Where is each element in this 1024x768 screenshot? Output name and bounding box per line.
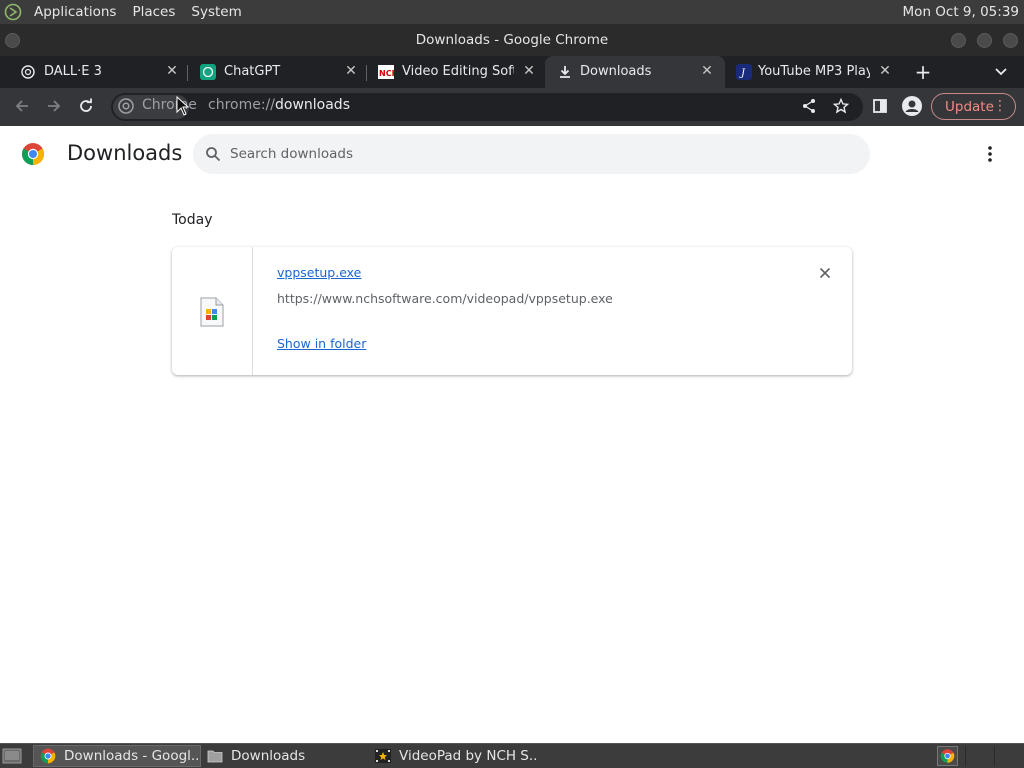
tray-chrome-icon[interactable]	[937, 746, 958, 766]
openai-icon	[20, 64, 36, 80]
show-in-folder-link[interactable]: Show in folder	[277, 336, 366, 351]
avatar-icon	[902, 96, 922, 116]
close-icon	[819, 267, 831, 279]
tray-separator	[994, 746, 995, 766]
search-input[interactable]	[230, 142, 830, 166]
tab-video-editing[interactable]: NCH Video Editing Softw ✕	[358, 56, 545, 88]
videopad-icon	[375, 748, 391, 764]
close-icon[interactable]: ✕	[700, 64, 714, 78]
tab-downloads[interactable]: Downloads ✕	[545, 56, 725, 88]
card-divider	[252, 247, 253, 375]
window-titlebar: Downloads - Google Chrome	[0, 24, 1024, 56]
window-title: Downloads - Google Chrome	[415, 32, 609, 48]
update-button[interactable]: Update ⋮	[931, 93, 1016, 120]
download-item-card	[172, 247, 852, 375]
more-options-button[interactable]	[981, 144, 999, 164]
url-text[interactable]: chrome://downloads	[208, 97, 350, 113]
taskbar-item-label: VideoPad by NCH S...	[399, 748, 537, 764]
applications-menu[interactable]: Applications	[26, 4, 124, 20]
share-button[interactable]	[799, 96, 819, 116]
arrow-right-icon	[48, 100, 61, 112]
taskbar-item-chrome[interactable]: Downloads - Googl...	[33, 745, 201, 767]
search-icon	[205, 146, 221, 162]
clock[interactable]: Mon Oct 9, 05:39	[903, 4, 1024, 20]
taskbar-item-videopad[interactable]: VideoPad by NCH S...	[369, 745, 537, 767]
tab-title: Video Editing Softw	[402, 64, 514, 79]
taskbar-item-downloads-folder[interactable]: Downloads	[201, 745, 369, 767]
remove-item-button[interactable]	[817, 265, 833, 281]
reload-icon	[80, 98, 92, 112]
source-url: https://www.nchsoftware.com/videopad/vpp…	[277, 291, 613, 306]
bookmark-button[interactable]	[831, 96, 851, 116]
url-scheme: chrome://	[208, 97, 275, 113]
star-icon	[833, 98, 849, 114]
svg-text:J: J	[739, 68, 746, 79]
file-icon[interactable]	[200, 297, 224, 327]
window-menu-icon[interactable]	[5, 33, 20, 48]
chrome-icon	[118, 98, 134, 114]
folder-icon	[207, 748, 223, 764]
youtube-mp3-icon: J	[736, 64, 752, 80]
close-icon[interactable]: ✕	[344, 64, 358, 78]
chevron-down-icon[interactable]	[992, 62, 1010, 80]
kebab-menu-icon: ⋮	[993, 98, 1007, 114]
back-button[interactable]	[12, 96, 32, 116]
tab-chatgpt[interactable]: ChatGPT ✕	[180, 56, 367, 88]
file-name-link[interactable]: vppsetup.exe	[277, 265, 361, 280]
date-heading: Today	[172, 212, 213, 228]
taskbar-item-label: Downloads - Googl...	[64, 748, 201, 764]
chrome-logo-icon	[21, 142, 45, 166]
new-tab-button[interactable]: +	[913, 62, 933, 82]
maximize-button[interactable]	[977, 33, 992, 48]
close-icon[interactable]: ✕	[878, 64, 892, 78]
mouse-cursor-icon	[176, 95, 190, 116]
chrome-icon	[40, 748, 56, 764]
download-icon	[557, 64, 573, 80]
svg-text:NCH: NCH	[379, 69, 394, 78]
taskbar-item-label: Downloads	[231, 748, 306, 764]
places-menu[interactable]: Places	[124, 4, 183, 20]
show-desktop-icon[interactable]	[2, 746, 22, 765]
nch-icon: NCH	[378, 64, 394, 80]
tab-title: Downloads	[580, 64, 652, 79]
url-host: downloads	[275, 97, 350, 113]
distro-logo-icon[interactable]	[0, 0, 26, 24]
minimize-button[interactable]	[951, 33, 966, 48]
profile-button[interactable]	[902, 96, 922, 116]
close-icon[interactable]: ✕	[522, 64, 536, 78]
share-icon	[803, 99, 815, 113]
update-label: Update	[945, 98, 994, 115]
page-title: Downloads	[67, 141, 183, 165]
tray-separator	[965, 746, 966, 766]
tab-dalle[interactable]: DALL·E 3 ✕	[0, 56, 187, 88]
reload-button[interactable]	[76, 96, 96, 116]
close-icon[interactable]: ✕	[165, 64, 179, 78]
side-panel-button[interactable]	[870, 96, 890, 116]
close-window-button[interactable]	[1003, 33, 1018, 48]
tab-title: DALL·E 3	[44, 64, 102, 79]
tab-title: ChatGPT	[224, 64, 281, 79]
chatgpt-icon	[200, 64, 216, 80]
tab-strip: DALL·E 3 ✕ ChatGPT ✕ NCH Video Editing S…	[0, 56, 1024, 88]
kebab-menu-icon	[988, 146, 992, 162]
side-panel-icon	[873, 99, 887, 113]
arrow-left-icon	[15, 100, 28, 112]
system-menu[interactable]: System	[183, 4, 249, 20]
forward-button[interactable]	[44, 96, 64, 116]
system-top-panel: Applications Places System Mon Oct 9, 05…	[0, 0, 1024, 24]
tab-title: YouTube MP3 Playli	[758, 64, 870, 79]
tab-youtube-mp3[interactable]: J YouTube MP3 Playli ✕	[716, 56, 896, 88]
